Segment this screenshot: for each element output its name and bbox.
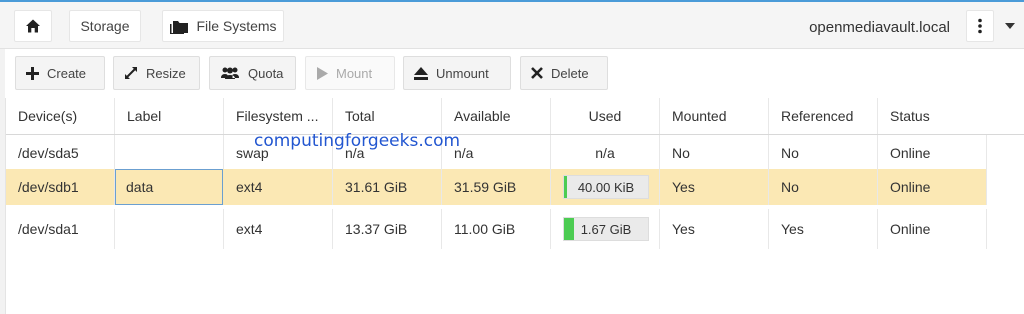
cell-label: [115, 135, 224, 171]
cell-available: 31.59 GiB: [442, 169, 551, 205]
unmount-button[interactable]: Unmount: [403, 56, 511, 90]
resize-label: Resize: [146, 65, 186, 81]
cell-status: Online: [878, 169, 987, 205]
play-icon: [316, 66, 328, 80]
column-header-available[interactable]: Available: [442, 98, 551, 134]
table-row[interactable]: /dev/sda5 swap n/a n/a n/a No No Online: [6, 135, 987, 171]
more-menu-button[interactable]: [966, 10, 994, 42]
users-icon: [220, 66, 240, 80]
column-header-label[interactable]: Label: [115, 98, 224, 134]
kebab-menu-icon: [978, 18, 982, 34]
watermark-text: computingforgeeks.com: [254, 131, 461, 151]
cell-mounted: No: [660, 135, 769, 171]
create-label: Create: [47, 65, 87, 81]
usage-bar-label: 1.67 GiB: [580, 221, 632, 237]
close-icon: [531, 67, 543, 79]
usage-bar-fill: [564, 218, 575, 240]
unmount-label: Unmount: [436, 65, 489, 81]
usage-bar-fill: [564, 176, 567, 198]
cell-used: 1.67 GiB: [551, 209, 660, 249]
column-header-devices[interactable]: Device(s): [6, 98, 115, 134]
usage-bar: 1.67 GiB: [563, 217, 649, 241]
create-button[interactable]: Create: [15, 56, 105, 90]
mount-label: Mount: [336, 65, 373, 81]
quota-button[interactable]: Quota: [209, 56, 296, 90]
resize-icon: [124, 66, 138, 80]
mount-button[interactable]: Mount: [305, 56, 395, 90]
column-header-total[interactable]: Total: [333, 98, 442, 134]
resize-button[interactable]: Resize: [113, 56, 200, 90]
cell-filesystem: ext4: [224, 169, 333, 205]
cell-total: 31.61 GiB: [333, 169, 442, 205]
breadcrumb-storage-label: Storage: [80, 18, 130, 34]
label-edit-field[interactable]: data: [115, 169, 223, 205]
usage-bar: 40.00 KiB: [563, 175, 649, 199]
column-header-referenced[interactable]: Referenced: [769, 98, 878, 134]
usage-bar-label: 40.00 KiB: [577, 179, 635, 195]
home-icon: [25, 18, 41, 34]
plus-icon: [26, 66, 39, 80]
column-header-used[interactable]: Used: [551, 98, 660, 134]
grid-header: Device(s) Label Filesystem ... Total Ava…: [6, 98, 1024, 135]
folder-icon: [169, 18, 189, 34]
cell-referenced: Yes: [769, 209, 878, 249]
cell-device: /dev/sda1: [6, 209, 115, 249]
breadcrumb-storage[interactable]: Storage: [69, 10, 141, 42]
cell-label: [115, 209, 224, 249]
cell-device: /dev/sda5: [6, 135, 115, 171]
cell-available: 11.00 GiB: [442, 209, 551, 249]
cell-status: Online: [878, 209, 987, 249]
table-row[interactable]: /dev/sdb1 data ext4 31.61 GiB 31.59 GiB …: [6, 169, 987, 205]
cell-total: 13.37 GiB: [333, 209, 442, 249]
breadcrumb-file-systems[interactable]: File Systems: [162, 10, 284, 42]
table-row[interactable]: /dev/sda1 ext4 13.37 GiB 11.00 GiB 1.67 …: [6, 209, 987, 249]
caret-down-icon: [1005, 23, 1015, 29]
cell-referenced: No: [769, 169, 878, 205]
header-bar: Storage File Systems openmediavault.loca…: [0, 2, 1024, 49]
delete-button[interactable]: Delete: [520, 56, 608, 90]
filesystems-grid: Device(s) Label Filesystem ... Total Ava…: [5, 98, 1024, 314]
column-header-status[interactable]: Status: [878, 98, 1024, 134]
cell-used: n/a: [551, 135, 660, 171]
cell-filesystem: ext4: [224, 209, 333, 249]
cell-label: data: [126, 179, 154, 195]
breadcrumb-file-systems-label: File Systems: [196, 18, 277, 34]
home-button[interactable]: [14, 10, 52, 42]
column-header-mounted[interactable]: Mounted: [660, 98, 769, 134]
eject-icon: [414, 66, 428, 80]
cell-mounted: Yes: [660, 169, 769, 205]
column-header-filesystem[interactable]: Filesystem ...: [224, 98, 333, 134]
cell-used: 40.00 KiB: [551, 169, 660, 205]
delete-label: Delete: [551, 65, 589, 81]
quota-label: Quota: [248, 65, 284, 81]
user-dropdown-button[interactable]: [998, 10, 1022, 42]
cell-status: Online: [878, 135, 987, 171]
hostname: openmediavault.local: [809, 19, 950, 36]
toolbar: Create Resize Quota Mount Unmount Delete: [5, 49, 1024, 98]
cell-device: /dev/sdb1: [6, 169, 115, 205]
cell-referenced: No: [769, 135, 878, 171]
cell-mounted: Yes: [660, 209, 769, 249]
